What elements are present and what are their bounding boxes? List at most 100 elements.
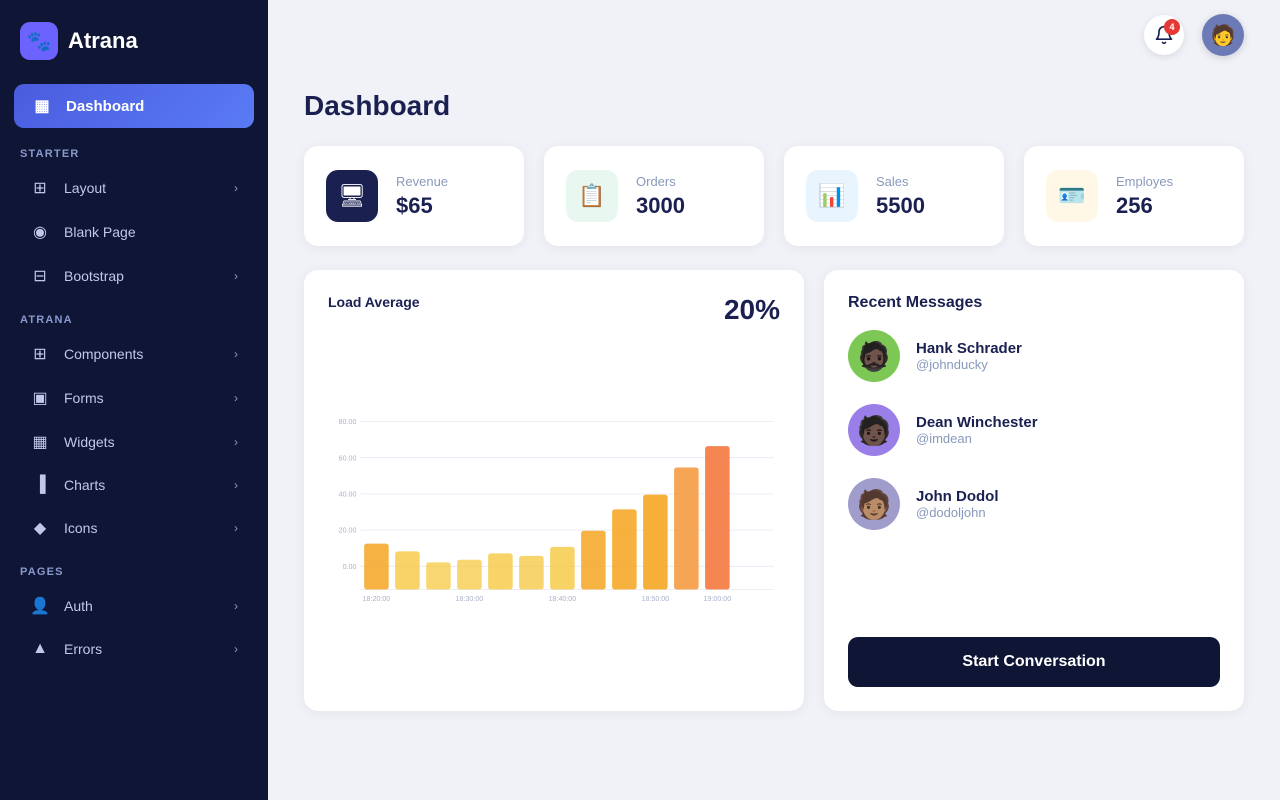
orders-value: 3000 bbox=[636, 193, 685, 219]
page-title: Dashboard bbox=[304, 90, 1244, 122]
sidebar-item-blank-label: Blank Page bbox=[64, 224, 136, 240]
orders-label: Orders bbox=[636, 174, 685, 189]
notifications-button[interactable]: 4 bbox=[1144, 15, 1184, 55]
sidebar-item-components[interactable]: ⊞ Components › bbox=[10, 333, 258, 375]
section-atrana: ATRANA bbox=[0, 298, 268, 332]
chevron-icon: › bbox=[234, 599, 238, 613]
svg-text:18:30:00: 18:30:00 bbox=[456, 595, 484, 603]
sidebar-item-charts[interactable]: ▐ Charts › bbox=[10, 465, 258, 505]
chevron-icon: › bbox=[234, 347, 238, 361]
dashboard-icon: ▦ bbox=[32, 96, 52, 116]
sidebar-item-components-label: Components bbox=[64, 346, 143, 362]
app-name: Atrana bbox=[68, 28, 138, 54]
sidebar-item-errors[interactable]: ▲ Errors › bbox=[10, 629, 258, 669]
stat-card-revenue: 🖥 Revenue $65 bbox=[304, 146, 524, 246]
bottom-row: Load Average 20% 80.00 60.00 bbox=[304, 270, 1244, 711]
chart-title: Load Average bbox=[328, 294, 420, 310]
sidebar: 🐾 Atrana ▦ Dashboard STARTER ⊞ Layout › … bbox=[0, 0, 268, 800]
svg-text:20.00: 20.00 bbox=[339, 527, 357, 535]
auth-icon: 👤 bbox=[30, 596, 50, 616]
message-avatar-0: 🧔🏿 bbox=[848, 330, 900, 382]
chart-card: Load Average 20% 80.00 60.00 bbox=[304, 270, 804, 711]
chevron-icon: › bbox=[234, 391, 238, 405]
stat-card-sales: 📊 Sales 5500 bbox=[784, 146, 1004, 246]
message-item-0: 🧔🏿 Hank Schrader @johnducky bbox=[848, 330, 1220, 382]
employees-label: Employes bbox=[1116, 174, 1173, 189]
start-conversation-button[interactable]: Start Conversation bbox=[848, 637, 1220, 687]
svg-text:0.00: 0.00 bbox=[343, 563, 357, 571]
logo-icon: 🐾 bbox=[20, 22, 58, 60]
message-name-2: John Dodol bbox=[916, 488, 999, 505]
messages-card: Recent Messages 🧔🏿 Hank Schrader @johndu… bbox=[824, 270, 1244, 711]
sidebar-item-icons[interactable]: ◆ Icons › bbox=[10, 507, 258, 549]
message-item-1: 🧑🏿 Dean Winchester @imdean bbox=[848, 404, 1220, 456]
sales-icon: 📊 bbox=[806, 170, 858, 222]
bar-chart-svg: 80.00 60.00 40.00 20.00 0.00 bbox=[328, 342, 780, 682]
sidebar-item-forms[interactable]: ▣ Forms › bbox=[10, 377, 258, 419]
user-avatar[interactable]: 🧑 bbox=[1202, 14, 1244, 56]
sales-value: 5500 bbox=[876, 193, 925, 219]
stat-card-employees: 🪪 Employes 256 bbox=[1024, 146, 1244, 246]
messages-title: Recent Messages bbox=[848, 294, 1220, 312]
svg-text:80.00: 80.00 bbox=[339, 418, 357, 426]
chevron-icon: › bbox=[234, 181, 238, 195]
widgets-icon: ▦ bbox=[30, 432, 50, 452]
employees-icon: 🪪 bbox=[1046, 170, 1098, 222]
message-name-0: Hank Schrader bbox=[916, 340, 1022, 357]
sidebar-item-bootstrap[interactable]: ⊟ Bootstrap › bbox=[10, 255, 258, 297]
svg-text:18:40:00: 18:40:00 bbox=[549, 595, 577, 603]
stat-card-orders: 📋 Orders 3000 bbox=[544, 146, 764, 246]
sidebar-item-layout-label: Layout bbox=[64, 180, 106, 196]
svg-text:18:50:00: 18:50:00 bbox=[642, 595, 670, 603]
chevron-icon: › bbox=[234, 521, 238, 535]
sidebar-item-dashboard[interactable]: ▦ Dashboard bbox=[14, 84, 254, 128]
sidebar-item-bootstrap-label: Bootstrap bbox=[64, 268, 124, 284]
svg-text:18:20:00: 18:20:00 bbox=[363, 595, 391, 603]
sidebar-item-widgets-label: Widgets bbox=[64, 434, 115, 450]
chevron-icon: › bbox=[234, 478, 238, 492]
svg-text:60.00: 60.00 bbox=[339, 454, 357, 462]
sidebar-item-icons-label: Icons bbox=[64, 520, 97, 536]
sidebar-item-charts-label: Charts bbox=[64, 477, 105, 493]
sidebar-item-auth-label: Auth bbox=[64, 598, 93, 614]
components-icon: ⊞ bbox=[30, 344, 50, 364]
sidebar-item-blank-page[interactable]: ◉ Blank Page bbox=[10, 211, 258, 253]
header: 4 🧑 bbox=[268, 0, 1280, 70]
chevron-icon: › bbox=[234, 642, 238, 656]
employees-value: 256 bbox=[1116, 193, 1173, 219]
app-logo: 🐾 Atrana bbox=[0, 0, 268, 80]
sidebar-item-auth[interactable]: 👤 Auth › bbox=[10, 585, 258, 627]
orders-icon: 📋 bbox=[566, 170, 618, 222]
notification-badge: 4 bbox=[1164, 19, 1180, 35]
svg-text:40.00: 40.00 bbox=[339, 491, 357, 499]
chevron-icon: › bbox=[234, 269, 238, 283]
chevron-icon: › bbox=[234, 435, 238, 449]
stats-row: 🖥 Revenue $65 📋 Orders 3000 📊 Sales 5500 bbox=[304, 146, 1244, 246]
revenue-label: Revenue bbox=[396, 174, 448, 189]
revenue-value: $65 bbox=[396, 193, 448, 219]
revenue-icon: 🖥 bbox=[326, 170, 378, 222]
sales-label: Sales bbox=[876, 174, 925, 189]
message-item-2: 🧑🏽 John Dodol @dodoljohn bbox=[848, 478, 1220, 530]
svg-text:19:00:00: 19:00:00 bbox=[704, 595, 732, 603]
sidebar-item-widgets[interactable]: ▦ Widgets › bbox=[10, 421, 258, 463]
section-pages: PAGES bbox=[0, 550, 268, 584]
bootstrap-icon: ⊟ bbox=[30, 266, 50, 286]
forms-icon: ▣ bbox=[30, 388, 50, 408]
sidebar-item-forms-label: Forms bbox=[64, 390, 104, 406]
errors-icon: ▲ bbox=[30, 640, 50, 658]
section-starter: STARTER bbox=[0, 132, 268, 166]
message-name-1: Dean Winchester bbox=[916, 414, 1038, 431]
message-handle-1: @imdean bbox=[916, 431, 1038, 446]
sidebar-item-layout[interactable]: ⊞ Layout › bbox=[10, 167, 258, 209]
blank-page-icon: ◉ bbox=[30, 222, 50, 242]
content-area: Dashboard 🖥 Revenue $65 📋 Orders 3000 📊 bbox=[268, 70, 1280, 800]
sidebar-item-errors-label: Errors bbox=[64, 641, 102, 657]
main-area: 4 🧑 Dashboard 🖥 Revenue $65 📋 Orders 300… bbox=[268, 0, 1280, 800]
charts-icon: ▐ bbox=[30, 476, 50, 494]
message-avatar-1: 🧑🏿 bbox=[848, 404, 900, 456]
message-handle-0: @johnducky bbox=[916, 357, 1022, 372]
chart-area: 80.00 60.00 40.00 20.00 0.00 bbox=[328, 342, 780, 687]
message-handle-2: @dodoljohn bbox=[916, 505, 999, 520]
chart-percentage: 20% bbox=[724, 294, 780, 326]
